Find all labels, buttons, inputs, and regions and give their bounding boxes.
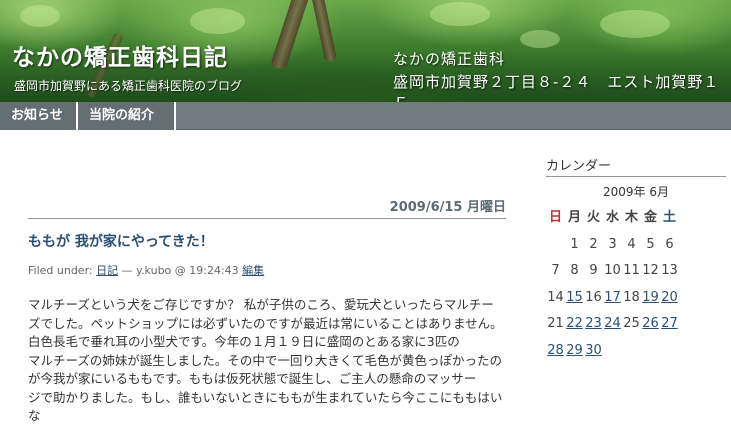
post-body-line: マルチーズの姉妹が誕生しました。その中で一回り大きくて毛色が黄色っぽかったの [28,352,503,368]
post-body-line: マルチーズという犬をご存じですか？ 私が子供のころ、愛玩犬といったらマルチー [28,297,494,312]
calendar-day[interactable]: 19 [641,289,660,316]
site-description: 盛岡市加賀野にある矯正歯科医院のブログ [14,79,243,93]
calendar-empty-cell [546,236,565,263]
post-body-line: ジで助かりました。もし、誰もいないときにももが生まれていたら今ここにももはいな [28,389,503,424]
clinic-name: なかの矯正歯科 [393,50,506,68]
main-nav: お知らせ 当院の紹介 [0,102,731,130]
calendar-day: 16 [585,289,602,305]
site-header-banner: なかの矯正歯科日記 盛岡市加賀野にある矯正歯科医院のブログ なかの矯正歯科 盛岡… [0,0,731,102]
calendar-grid: 日月火水木金土 1 2 3 4 5 6 7 8 9 10 11 12 13 14 15 16 17 18 19 20 21… [546,209,679,368]
calendar-day[interactable]: 29 [565,342,584,369]
post-body: マルチーズという犬をご存じですか？ 私が子供のころ、愛玩犬といったらマルチー ズ… [28,296,508,426]
calendar-day[interactable]: 20 [660,289,679,316]
calendar-day: 6 [665,236,674,252]
post-title[interactable]: ももが 我が家にやってきた！ [28,231,214,251]
calendar-heading: カレンダー [546,159,612,174]
tree-trunk-decoration [310,0,338,63]
calendar-day: 8 [570,263,579,278]
post-date: 2009/6/15 月曜日 [389,200,506,215]
post-body-line: ズでした。ペットショップには必ずいたのですが最近は常にいることはありません。 [28,315,503,331]
calendar-day: 4 [627,236,636,252]
calendar-caption: 2009年 6月 [603,185,669,199]
post-meta-author-time: — y.kubo @ 19:24:43 [121,264,239,277]
post-edit-link[interactable]: 編集 [242,264,264,277]
calendar-day: 12 [642,263,659,278]
leaf-decoration [430,2,490,26]
calendar-day: 21 [547,316,564,331]
calendar-day: 9 [589,263,598,278]
tree-trunk-decoration [270,0,310,71]
calendar-day[interactable]: 22 [565,315,584,342]
calendar-day: 18 [623,289,640,305]
leaf-decoration [520,30,560,48]
calendar-day[interactable]: 24 [603,315,622,342]
calendar-weekday-header: 火 [586,210,600,225]
calendar-day: 13 [661,263,678,278]
calendar-day[interactable]: 28 [546,342,565,369]
calendar-day: 11 [623,263,640,278]
post-body-line: 白色長毛で垂れ耳の小型犬です。今年の１月１９日に盛岡のとある家に3匹の [28,334,460,349]
calendar-weekday-header: 木 [624,210,638,225]
calendar-weekday-header: 月 [567,210,581,225]
calendar-day[interactable]: 23 [584,315,603,342]
calendar-day: 1 [570,236,579,252]
post-meta-prefix: Filed under: [28,264,93,277]
leaf-decoration [600,10,670,38]
calendar-day[interactable]: 26 [641,315,660,342]
leaf-decoration [20,5,60,27]
date-divider [28,218,506,219]
post-meta: Filed under: 日記 — y.kubo @ 19:24:43 編集 [28,262,264,278]
calendar-day: 10 [604,263,621,278]
calendar-day: 25 [623,316,640,331]
calendar-day[interactable]: 17 [603,289,622,316]
nav-item-news[interactable]: お知らせ [0,102,78,130]
post-category-link[interactable]: 日記 [96,264,118,277]
calendar-day: 2 [589,236,598,252]
calendar-weekday-header: 水 [605,210,619,225]
post-body-line: が今我が家にいるももです。ももは仮死状態で誕生し、ご主人の懸命のマッサー [28,371,477,386]
calendar-weekday-header: 土 [662,210,676,225]
calendar-day[interactable]: 15 [565,289,584,316]
calendar-divider [546,176,726,177]
calendar-weekday-header: 日 [548,210,562,225]
calendar-day[interactable]: 30 [584,342,603,369]
nav-item-about-clinic[interactable]: 当院の紹介 [78,102,176,130]
calendar-day: 7 [551,263,560,278]
clinic-address: 盛岡市加賀野２丁目８-２４ エスト加賀野１Ｆ [393,73,720,102]
calendar-day: 5 [646,236,655,252]
calendar-day[interactable]: 27 [660,315,679,342]
calendar-day: 3 [608,236,617,252]
site-title[interactable]: なかの矯正歯科日記 [12,38,228,72]
calendar-day: 14 [547,289,564,305]
calendar-weekday-header: 金 [643,210,657,225]
leaf-decoration [190,8,245,34]
